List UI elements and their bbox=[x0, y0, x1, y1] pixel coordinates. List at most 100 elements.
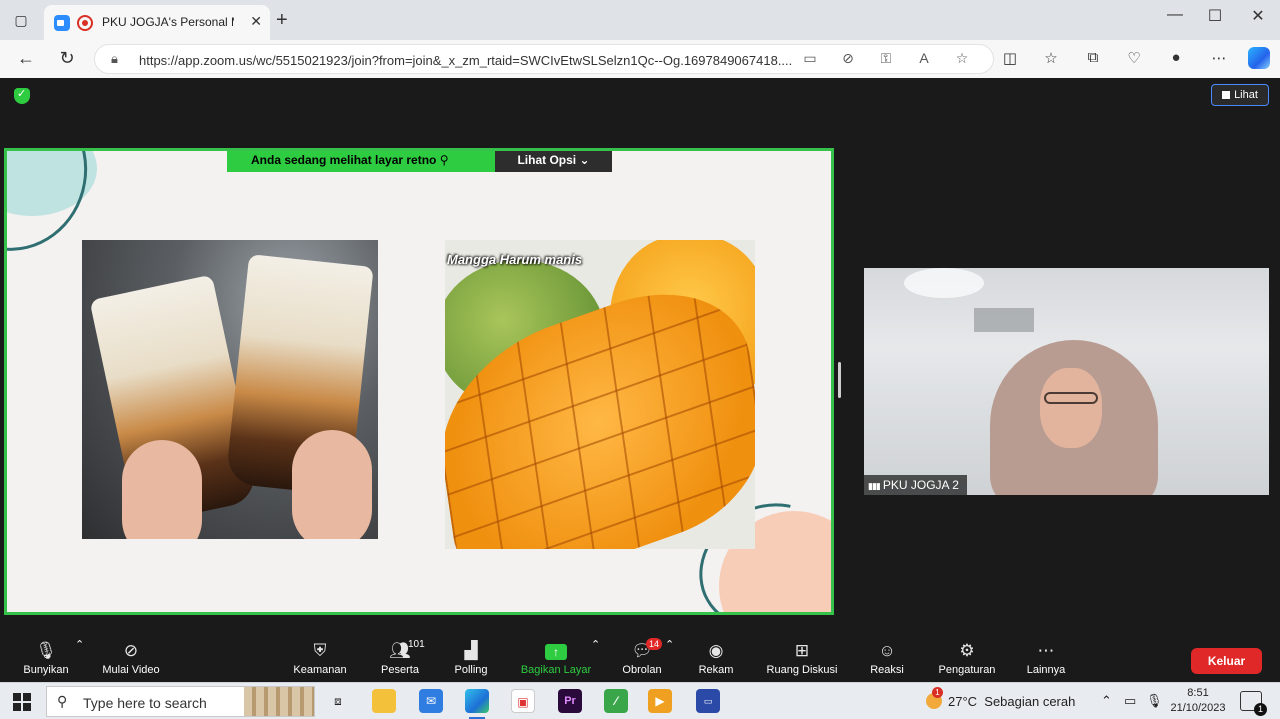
weather-temperature: 27°C bbox=[948, 694, 978, 709]
new-tab-icon[interactable]: + bbox=[276, 9, 288, 32]
muted-microphone-icon: 🎙︎ bbox=[35, 641, 57, 660]
view-options-button[interactable]: Lihat Opsi ⌄ bbox=[495, 151, 612, 172]
breakout-rooms-icon: ⊞ bbox=[794, 641, 810, 660]
share-screen-label: Bagikan Layar bbox=[520, 664, 592, 676]
audio-options-chevron-icon[interactable]: ⌃ bbox=[75, 638, 84, 651]
gift-app-icon[interactable]: ▣ bbox=[511, 689, 535, 713]
address-bar-row: ← ↻ 🔒︎ https://app.zoom.us/wc/5515021923… bbox=[0, 40, 1280, 78]
view-button-label: Lihat bbox=[1234, 89, 1258, 101]
show-hidden-icons-chevron[interactable]: ⌃ bbox=[1101, 693, 1112, 709]
windows-start-icon[interactable] bbox=[13, 693, 31, 711]
participants-count: 101 bbox=[408, 639, 425, 650]
tracking-prevention-icon[interactable]: ⊘ bbox=[837, 50, 859, 67]
chat-label: Obrolan bbox=[622, 664, 662, 676]
close-window-icon[interactable]: ✕ bbox=[1243, 6, 1273, 26]
participant-name-tag: ▮▮▮ PKU JOGJA 2 bbox=[864, 475, 967, 495]
chat-options-chevron-icon[interactable]: ⌃ bbox=[665, 638, 674, 651]
emoji-icon: ☺ bbox=[878, 641, 896, 660]
mail-icon[interactable]: ✉ bbox=[419, 689, 443, 713]
tab-actions-icon[interactable]: ▢ bbox=[10, 10, 32, 30]
search-placeholder[interactable]: Type here to search bbox=[83, 695, 207, 711]
battery-icon[interactable]: ▭ bbox=[1124, 693, 1136, 709]
favorites-icon[interactable]: ☆ bbox=[1039, 49, 1063, 67]
participants-label: Peserta bbox=[381, 664, 419, 676]
url-field[interactable]: 🔒︎ https://app.zoom.us/wc/5515021923/joi… bbox=[94, 44, 994, 74]
breakout-rooms-button[interactable]: ⊞ Ruang Diskusi bbox=[762, 638, 842, 682]
maximize-icon[interactable]: ☐ bbox=[1200, 6, 1230, 26]
task-view-icon[interactable]: ⧈ bbox=[326, 689, 350, 713]
settings-label: Pengaturan bbox=[938, 664, 996, 676]
hand-right bbox=[292, 430, 372, 539]
unmute-label: Bunyikan bbox=[23, 664, 69, 676]
reactions-button[interactable]: ☺ Reaksi bbox=[864, 638, 910, 682]
view-button[interactable]: Lihat bbox=[1211, 84, 1269, 106]
hand-left bbox=[122, 440, 202, 539]
shared-screen: Mangga Harum manis Anda sedang melihat l… bbox=[4, 148, 834, 615]
start-video-button[interactable]: ⊘ Mulai Video bbox=[96, 638, 166, 682]
security-button[interactable]: ⛨ Keamanan bbox=[288, 638, 352, 682]
settings-button[interactable]: ⚙ Pengaturan bbox=[932, 638, 1002, 682]
premiere-pro-icon[interactable]: Pr bbox=[558, 689, 582, 713]
shield-icon: ⛨ bbox=[313, 641, 327, 660]
minimize-icon[interactable]: — bbox=[1160, 6, 1190, 24]
lock-icon[interactable]: 🔒︎ bbox=[111, 51, 118, 67]
system-clock[interactable]: 8:51 21/10/2023 bbox=[1168, 686, 1228, 716]
leave-button[interactable]: Keluar bbox=[1191, 648, 1262, 674]
file-explorer-icon[interactable] bbox=[372, 689, 396, 713]
profile-avatar-icon[interactable]: ● bbox=[1164, 49, 1188, 66]
back-arrow-icon[interactable]: ← bbox=[14, 48, 38, 69]
search-icon: ⚲ bbox=[57, 693, 68, 709]
url-text[interactable]: https://app.zoom.us/wc/5515021923/join?f… bbox=[139, 53, 799, 68]
unmute-button[interactable]: 🎙︎ Bunyikan bbox=[18, 638, 74, 682]
copilot-icon[interactable] bbox=[1248, 47, 1270, 69]
recording-icon bbox=[77, 15, 93, 31]
media-app-icon[interactable]: ▶ bbox=[648, 689, 672, 713]
gear-icon: ⚙ bbox=[959, 641, 975, 660]
video-background-fixture bbox=[974, 308, 1034, 332]
key-icon[interactable]: ⚿ bbox=[875, 50, 897, 67]
record-button[interactable]: ◉ Rekam bbox=[694, 638, 738, 682]
chat-button[interactable]: 💬︎ 14 Obrolan bbox=[616, 638, 668, 682]
microphone-icon[interactable]: 🎙︎ bbox=[1146, 693, 1163, 709]
read-aloud-icon[interactable]: A bbox=[913, 50, 935, 66]
browser-tab-zoom[interactable]: PKU JOGJA's Personal Meeti ✕ bbox=[44, 5, 270, 40]
weather-sun-icon: 1 bbox=[926, 687, 943, 709]
share-banner-text: Anda sedang melihat layar retno bbox=[251, 153, 437, 167]
tab-title: PKU JOGJA's Personal Meeti bbox=[102, 15, 234, 29]
edge-browser-icon[interactable] bbox=[465, 689, 489, 719]
encryption-shield-icon[interactable] bbox=[14, 87, 30, 104]
meeting-toolbar: 🎙︎ Bunyikan ⌃ ⊘ Mulai Video ⛨ Keamanan 👥… bbox=[4, 638, 1276, 682]
pin-icon: ⚲ bbox=[439, 153, 449, 167]
zoom-favicon-icon bbox=[54, 15, 70, 31]
browser-tab-bar: ▢ PKU JOGJA's Personal Meeti ✕ + — ☐ ✕ bbox=[0, 0, 1280, 40]
weather-widget[interactable]: 1 27°C Sebagian cerah bbox=[926, 687, 1075, 709]
security-label: Keamanan bbox=[293, 664, 347, 676]
zoom-app-icon[interactable]: ▭ bbox=[696, 689, 720, 713]
participant-name: PKU JOGJA 2 bbox=[882, 478, 959, 492]
close-tab-icon[interactable]: ✕ bbox=[250, 13, 262, 30]
notification-count-badge: 1 bbox=[1254, 703, 1267, 716]
favorite-star-icon[interactable]: ☆ bbox=[951, 50, 973, 67]
green-app-icon[interactable]: ⁄ bbox=[604, 689, 628, 713]
taskbar-search-box[interactable]: ⚲ Type here to search bbox=[46, 686, 315, 717]
share-screen-button[interactable]: ↑ Bagikan Layar bbox=[516, 638, 596, 682]
search-highlight-image[interactable] bbox=[244, 687, 314, 716]
share-options-chevron-icon[interactable]: ⌃ bbox=[591, 638, 600, 651]
refresh-icon[interactable]: ↻ bbox=[55, 48, 79, 69]
chat-unread-badge: 14 bbox=[646, 638, 663, 650]
polling-label: Polling bbox=[454, 664, 488, 676]
notification-center-icon[interactable]: 1 bbox=[1240, 691, 1267, 716]
video-background-lamp bbox=[904, 268, 984, 298]
more-menu-icon[interactable]: ⋯ bbox=[1207, 49, 1231, 67]
collections-icon[interactable]: ⧉ bbox=[1081, 49, 1105, 66]
clock-time: 8:51 bbox=[1187, 687, 1209, 699]
split-screen-icon[interactable]: ◫ bbox=[998, 49, 1022, 67]
participant-video[interactable]: ▮▮▮ PKU JOGJA 2 bbox=[864, 268, 1269, 495]
camera-icon[interactable]: ▭ bbox=[799, 50, 821, 67]
split-view-handle[interactable] bbox=[838, 362, 841, 398]
browser-essentials-icon[interactable]: ♡ bbox=[1122, 49, 1146, 67]
polling-button[interactable]: ▟ Polling bbox=[448, 638, 494, 682]
mango-caption: Mangga Harum manis bbox=[447, 252, 583, 267]
participants-button[interactable]: 👥︎ 101 Peserta bbox=[372, 638, 428, 682]
more-button[interactable]: ⋯ Lainnya bbox=[1022, 638, 1070, 682]
